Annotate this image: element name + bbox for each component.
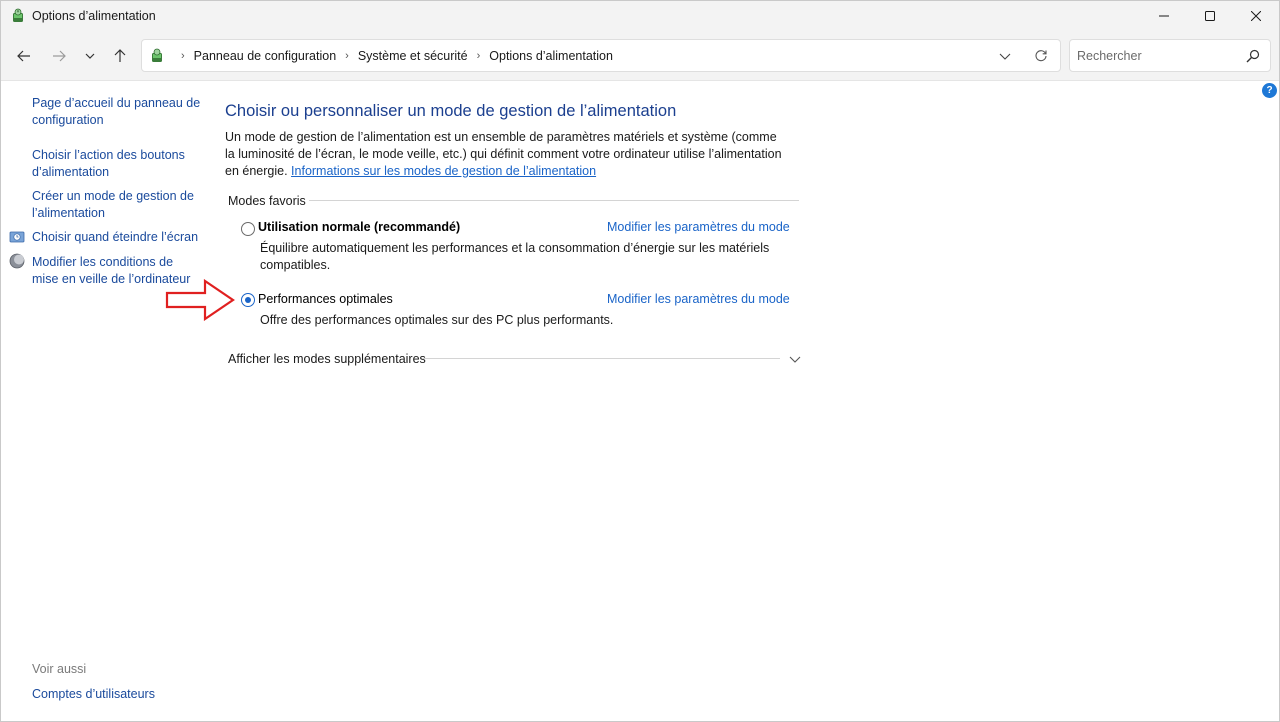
breadcrumb-control-panel[interactable]: Panneau de configuration <box>194 49 336 63</box>
address-bar[interactable]: › Panneau de configuration › Système et … <box>141 39 1061 72</box>
address-history-button[interactable] <box>994 46 1016 66</box>
sidebar-link-turn-off-display[interactable]: Choisir quand éteindre l’écran <box>32 229 212 246</box>
plan-high-performance-radio[interactable] <box>241 293 255 307</box>
help-button[interactable]: ? <box>1262 83 1277 98</box>
group-divider <box>309 200 799 201</box>
breadcrumb: › Panneau de configuration › Système et … <box>172 40 613 71</box>
recent-locations-button[interactable] <box>77 43 103 69</box>
arrow-up-icon <box>114 49 126 62</box>
arrow-left-icon <box>17 50 30 62</box>
maximize-icon <box>1205 11 1215 21</box>
up-button[interactable] <box>107 43 133 69</box>
sidebar-link-create-plan[interactable]: Créer un mode de gestion de l’alimentati… <box>32 188 202 222</box>
power-options-window: Options d’alimentation › Panneau de conf… <box>0 0 1280 722</box>
power-plans-info-link[interactable]: Informations sur les modes de gestion de… <box>291 164 596 178</box>
plan-balanced-radio[interactable] <box>241 222 255 236</box>
sidebar-link-power-buttons[interactable]: Choisir l’action des boutons d’alimentat… <box>32 147 202 181</box>
maximize-button[interactable] <box>1187 1 1233 31</box>
plan-balanced-settings-link[interactable]: Modifier les paramètres du mode <box>607 220 790 234</box>
show-additional-plans-label[interactable]: Afficher les modes supplémentaires <box>228 352 426 366</box>
plan-balanced-name[interactable]: Utilisation normale (recommandé) <box>258 220 460 234</box>
control-panel-icon <box>152 48 162 62</box>
sleep-moon-icon <box>9 253 25 269</box>
refresh-icon <box>1035 50 1047 62</box>
chevron-down-icon[interactable] <box>788 352 802 366</box>
page-description: Un mode de gestion de l’alimentation est… <box>225 129 785 180</box>
see-also-heading: Voir aussi <box>32 662 87 676</box>
close-button[interactable] <box>1233 1 1279 31</box>
plan-balanced-description: Équilibre automatiquement les performanc… <box>260 241 770 272</box>
plan-high-performance-settings-link[interactable]: Modifier les paramètres du mode <box>607 292 790 306</box>
favorites-group-label: Modes favoris <box>228 194 306 208</box>
chevron-down-icon <box>999 53 1011 60</box>
search-box[interactable] <box>1069 39 1271 72</box>
minimize-icon <box>1159 15 1169 17</box>
search-input[interactable] <box>1070 40 1240 71</box>
window-title: Options d’alimentation <box>32 9 156 23</box>
chevron-down-icon <box>85 53 95 59</box>
plan-high-performance-name[interactable]: Performances optimales <box>258 292 393 306</box>
breadcrumb-separator[interactable]: › <box>477 50 481 62</box>
annotation-arrow-icon <box>165 279 235 321</box>
back-button[interactable] <box>11 43 37 69</box>
close-icon <box>1251 11 1261 21</box>
breadcrumb-power-options[interactable]: Options d’alimentation <box>489 49 613 63</box>
minimize-button[interactable] <box>1141 1 1187 31</box>
breadcrumb-separator[interactable]: › <box>345 50 349 62</box>
sidebar-link-user-accounts[interactable]: Comptes d’utilisateurs <box>32 687 155 701</box>
forward-button[interactable] <box>46 43 72 69</box>
power-options-icon <box>13 8 23 22</box>
sidebar-link-control-panel-home[interactable]: Page d’accueil du panneau de configurati… <box>32 95 202 129</box>
title-bar[interactable]: Options d’alimentation <box>1 1 1279 31</box>
refresh-button[interactable] <box>1030 46 1052 66</box>
page-title: Choisir ou personnaliser un mode de gest… <box>225 102 677 120</box>
additional-plans-divider <box>423 358 780 359</box>
plan-high-performance-description: Offre des performances optimales sur des… <box>260 313 614 327</box>
breadcrumb-system-security[interactable]: Système et sécurité <box>358 49 468 63</box>
breadcrumb-separator: › <box>181 49 185 62</box>
arrow-right-icon <box>53 50 66 62</box>
search-icon[interactable] <box>1246 49 1260 63</box>
navigation-bar: › Panneau de configuration › Système et … <box>1 31 1279 81</box>
display-clock-icon <box>9 231 25 243</box>
